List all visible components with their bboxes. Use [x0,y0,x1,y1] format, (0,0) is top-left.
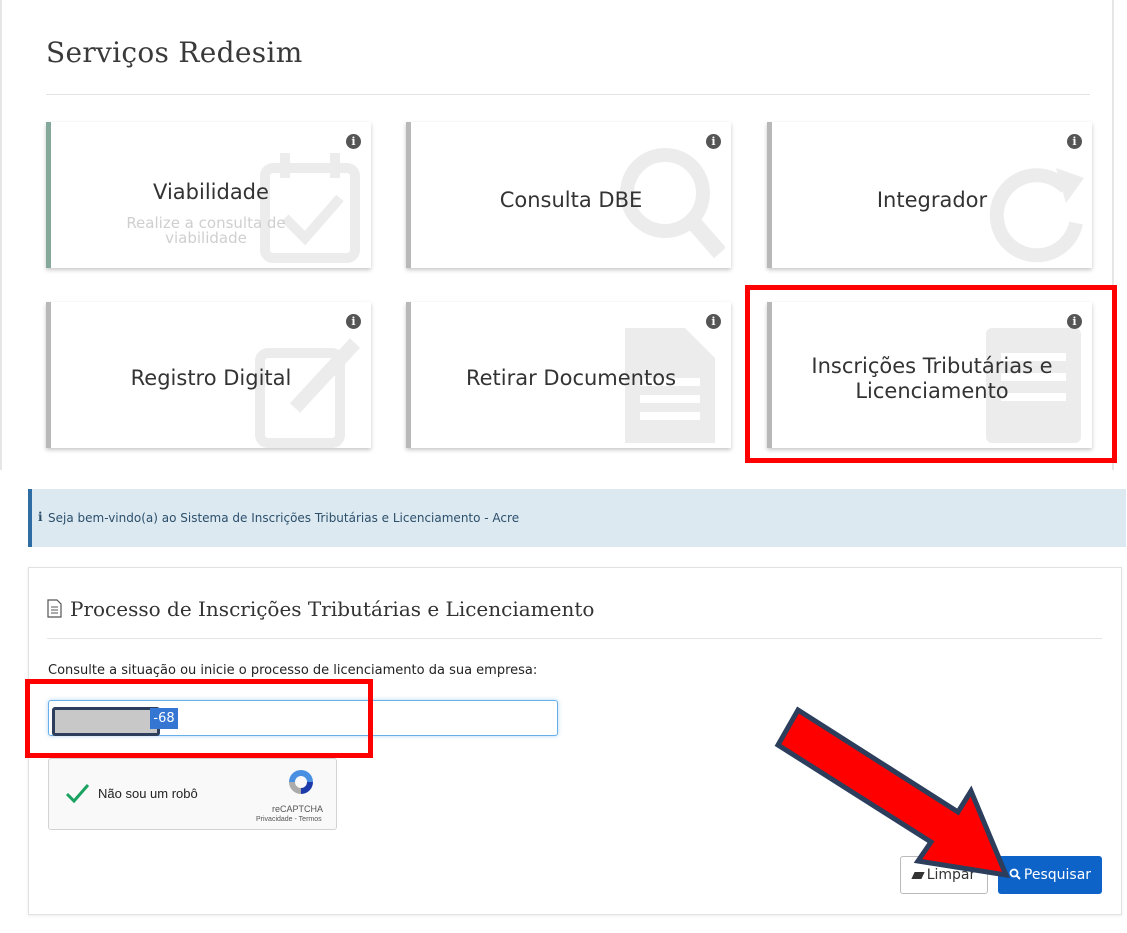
checkmark-icon[interactable] [64,780,90,806]
info-icon[interactable]: i [346,314,361,329]
refresh-icon [989,168,1084,263]
info-icon[interactable]: i [706,134,721,149]
recaptcha-label: Não sou um robô [98,786,198,801]
highlight-box-input [25,679,373,758]
card-label: Retirar Documentos [465,366,677,390]
services-title: Serviços Redesim [46,36,303,69]
calendar-check-icon [260,153,360,263]
info-icon[interactable]: i [706,314,721,329]
document-outline-icon [47,599,62,618]
card-label: Registro Digital [130,366,292,390]
service-card-registro-digital[interactable]: i Registro Digital [46,302,371,448]
info-icon[interactable]: i [346,134,361,149]
card-label: Integrador [876,188,988,212]
recaptcha-logo-icon [289,770,313,794]
service-card-consulta-dbe[interactable]: i Consulta DBE [406,122,731,268]
info-icon: i [38,510,43,524]
service-card-integrador[interactable]: i Integrador [767,122,1092,268]
service-card-viabilidade[interactable]: i Viabilidade Realize a consulta de viab… [46,122,371,268]
highlight-box-card [745,285,1117,463]
card-subtitle: Realize a consulta de viabilidade [126,214,286,247]
process-label: Consulte a situação ou inicie o processo… [48,663,538,678]
recaptcha-links[interactable]: Privacidade - Termos [256,816,322,823]
alert-text: Seja bem-vindo(a) ao Sistema de Inscriçõ… [48,511,520,525]
arrow-annotation [774,706,1011,879]
divider [46,94,1090,95]
card-label: Viabilidade [153,180,269,204]
service-card-retirar-documentos[interactable]: i Retirar Documentos [406,302,731,448]
process-title: Processo de Inscrições Tributárias e Lic… [70,597,595,621]
divider [47,638,1102,639]
recaptcha-brand: reCAPTCHA [272,804,324,814]
card-label: Consulta DBE [499,188,643,212]
info-icon[interactable]: i [1067,134,1082,149]
